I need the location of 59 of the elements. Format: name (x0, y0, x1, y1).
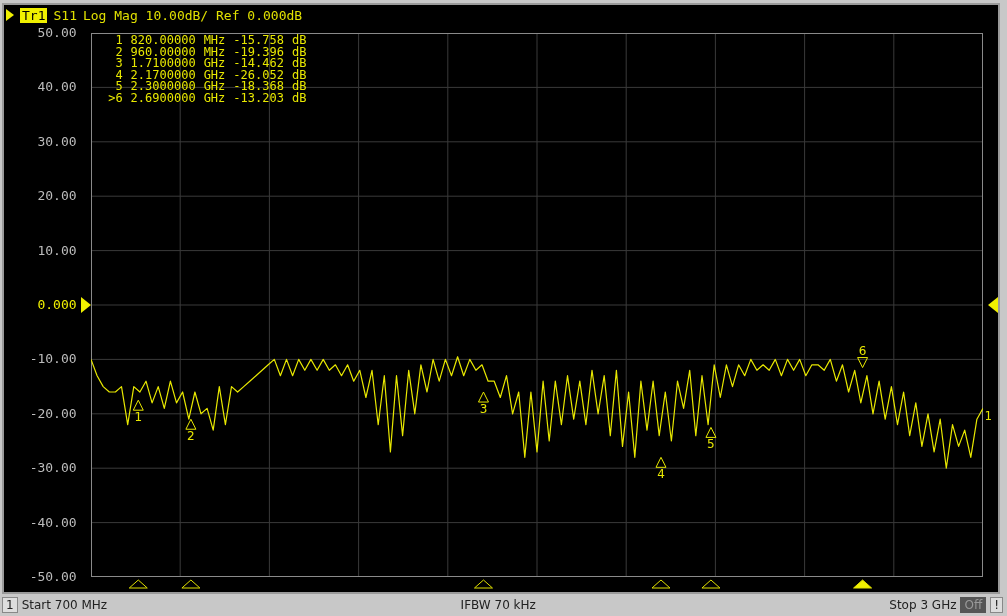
readout-frequency: 820.00000 (130, 35, 196, 47)
readout-value: -19.396 (233, 46, 284, 58)
readout-frequency: 2.6900000 (130, 92, 196, 104)
channel-indicator[interactable]: 1 (2, 597, 18, 613)
readout-value: -15.758 (233, 35, 284, 47)
axis-label: 0.000 (37, 297, 77, 313)
marker-position-icon[interactable] (181, 579, 200, 589)
readout-value: -18.368 (233, 81, 284, 93)
readout-marker: >6 (107, 92, 123, 104)
readout-frequency: 960.00000 (130, 46, 196, 58)
readout-unit: dB (291, 69, 307, 81)
reference-arrow-icon[interactable] (80, 297, 91, 313)
readout-marker: 3 (114, 58, 123, 70)
ifbw-setting[interactable]: IFBW 70 kHz (460, 598, 536, 612)
marker-position-icon[interactable] (473, 579, 493, 589)
readout-unit: dB (291, 58, 307, 70)
trace-title: Log Mag 10.00dB/ Ref 0.000dB (82, 7, 303, 23)
marker-position-icon[interactable] (852, 579, 872, 589)
trace-end-label: 1 (984, 408, 992, 423)
axis-label: 50.00 (37, 25, 77, 41)
readout-unit: dB (291, 35, 307, 47)
readout-value: -14.462 (233, 58, 284, 70)
axis-label: -50.00 (29, 569, 77, 585)
axis-label: -40.00 (29, 514, 77, 531)
axis-label: -10.00 (29, 351, 77, 368)
axis-label: -20.00 (29, 405, 77, 422)
readout-marker: 4 (114, 69, 123, 81)
readout-value: -13.203 (233, 92, 284, 104)
readout-unit: dB (291, 46, 307, 58)
readout-unit: MHz (203, 46, 226, 58)
axis-label: 20.00 (37, 188, 77, 205)
readout-frequency: 2.3000000 (130, 81, 196, 93)
trace-tag[interactable]: Tr1 (20, 7, 48, 23)
axis-label: 30.00 (37, 133, 77, 150)
trace-pointer-icon (6, 9, 14, 21)
reference-arrow-icon[interactable] (988, 297, 998, 313)
stop-frequency[interactable]: Stop 3 GHz (889, 598, 957, 612)
start-frequency[interactable]: Start 700 MHz (21, 598, 108, 612)
readout-unit: GHz (203, 81, 226, 93)
trace-parameter: S11 (53, 7, 77, 23)
readout-unit: GHz (203, 58, 226, 70)
marker-position-icon[interactable] (701, 579, 721, 589)
readout-unit: MHz (203, 35, 226, 47)
readout-marker: 5 (114, 81, 123, 93)
readout-frequency: 2.1700000 (130, 69, 196, 81)
readout-unit: GHz (203, 92, 226, 104)
readout-marker: 1 (114, 35, 123, 47)
readout-unit: dB (291, 92, 307, 104)
marker-position-icon[interactable] (651, 579, 671, 589)
axis-label: 40.00 (37, 79, 77, 96)
readout-value: -26.052 (233, 69, 284, 81)
readout-unit: dB (291, 81, 307, 93)
warning-indicator[interactable]: ! (990, 597, 1003, 613)
readout-unit: GHz (203, 69, 226, 81)
readout-marker: 2 (114, 46, 123, 58)
marker-position-icon[interactable] (128, 579, 148, 589)
axis-label: -30.00 (29, 460, 77, 477)
readout-frequency: 1.7100000 (130, 58, 196, 70)
axis-label: 10.00 (37, 242, 77, 259)
